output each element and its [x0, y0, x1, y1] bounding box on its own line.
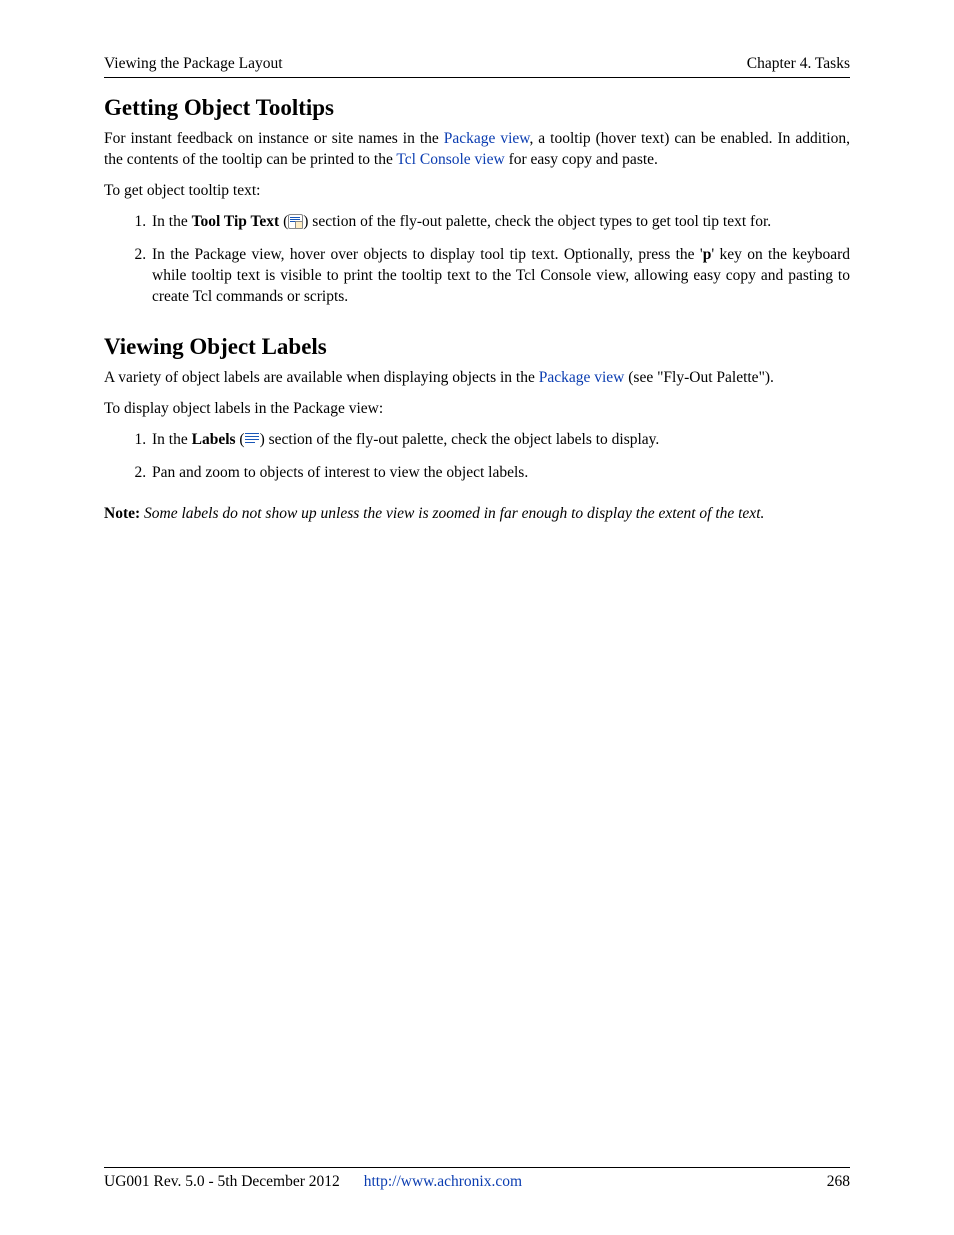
footer-rev: UG001 Rev. 5.0 - 5th December 2012	[104, 1172, 340, 1193]
link-tcl-console-view[interactable]: Tcl Console view	[396, 151, 504, 168]
page-header: Viewing the Package Layout Chapter 4. Ta…	[104, 54, 850, 78]
link-package-view[interactable]: Package view	[444, 130, 530, 147]
header-right: Chapter 4. Tasks	[747, 54, 850, 75]
heading-labels: Viewing Object Labels	[104, 331, 850, 362]
list-item: In the Package view, hover over objects …	[150, 245, 850, 308]
para-tooltips-lead: To get object tooltip text:	[104, 181, 850, 202]
para-labels-intro: A variety of object labels are available…	[104, 368, 850, 389]
label-labels: Labels	[192, 431, 236, 448]
para-labels-lead: To display object labels in the Package …	[104, 399, 850, 420]
heading-tooltips: Getting Object Tooltips	[104, 92, 850, 123]
note-body: Some labels do not show up unless the vi…	[140, 505, 764, 522]
note-label: Note:	[104, 505, 140, 522]
page-footer: UG001 Rev. 5.0 - 5th December 2012 http:…	[104, 1167, 850, 1193]
note: Note: Some labels do not show up unless …	[104, 504, 850, 525]
list-labels-steps: In the Labels () section of the fly-out …	[104, 430, 850, 484]
footer-page-number: 268	[827, 1172, 850, 1193]
tooltip-icon	[288, 214, 303, 229]
list-item: Pan and zoom to objects of interest to v…	[150, 463, 850, 484]
list-item: In the Labels () section of the fly-out …	[150, 430, 850, 451]
label-tooltip-text: Tool Tip Text	[192, 213, 280, 230]
footer-link[interactable]: http://www.achronix.com	[364, 1172, 522, 1193]
list-item: In the Tool Tip Text () section of the f…	[150, 212, 850, 233]
list-tooltips-steps: In the Tool Tip Text () section of the f…	[104, 212, 850, 308]
link-package-view-2[interactable]: Package view	[539, 369, 625, 386]
labels-icon	[245, 433, 260, 446]
para-tooltips-intro: For instant feedback on instance or site…	[104, 129, 850, 171]
header-left: Viewing the Package Layout	[104, 54, 283, 75]
